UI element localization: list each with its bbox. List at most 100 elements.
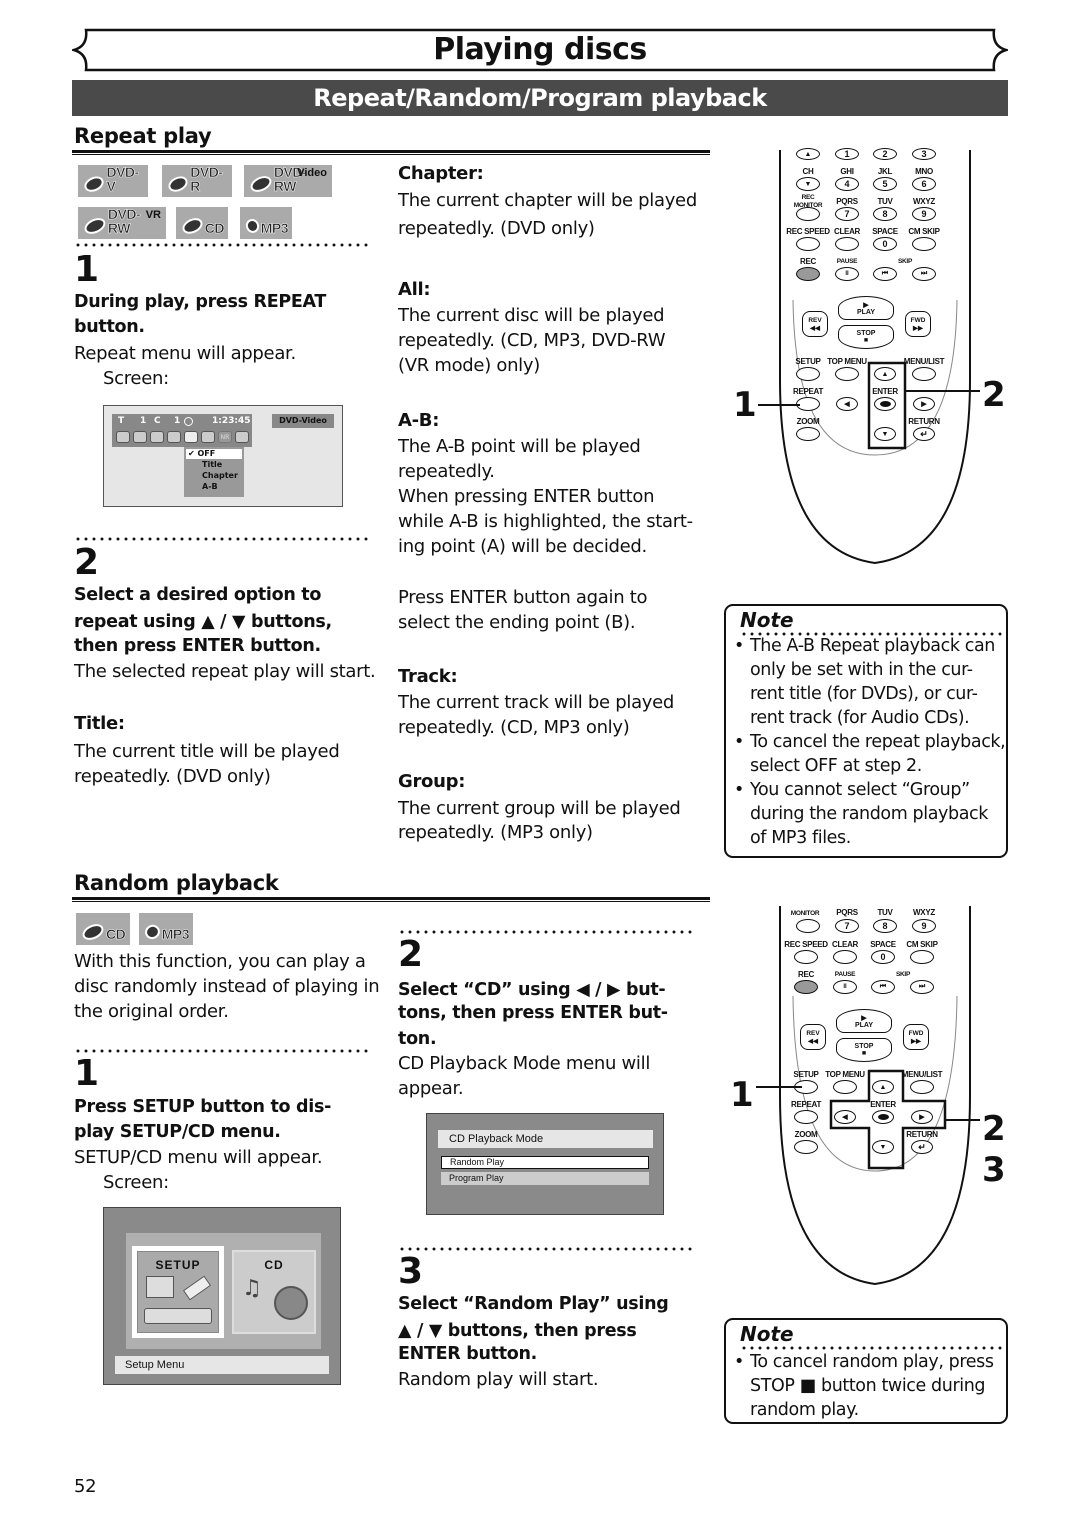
fast-forward-icon: ▶▶: [913, 324, 923, 332]
remote-rev-button[interactable]: REV ◀◀: [802, 311, 828, 337]
remote-rev-button[interactable]: REV ◀◀: [800, 1024, 826, 1050]
option-desc-line: The current disc will be played: [398, 305, 665, 326]
remote-ch-down-button[interactable]: ▼: [796, 177, 820, 191]
audio-icon[interactable]: [133, 431, 147, 443]
remote-menu-list-button[interactable]: [910, 1080, 934, 1094]
remote-right-button[interactable]: ▶: [911, 1110, 933, 1124]
remote-right-button[interactable]: ▶: [913, 397, 935, 411]
badge-dvd-rw-video: Video DVD-RW: [244, 165, 332, 197]
remote-fwd-button[interactable]: FWD ▶▶: [903, 1024, 929, 1050]
remote-left-button[interactable]: ◀: [834, 1110, 856, 1124]
zoom-icon[interactable]: [235, 431, 249, 443]
setup-tile[interactable]: SETUP: [132, 1246, 224, 1338]
cd-menu-item-program-play[interactable]: Program Play: [441, 1172, 649, 1185]
remote-up-button[interactable]: ▲: [872, 1080, 894, 1094]
remote-fwd-button[interactable]: FWD ▶▶: [905, 311, 931, 337]
remote-digit-7[interactable]: 7: [835, 207, 859, 221]
note-title: Note: [740, 608, 794, 632]
marker-icon[interactable]: [201, 431, 215, 443]
remote-digit-1[interactable]: 1: [835, 148, 859, 160]
remote-pause-button[interactable]: II: [833, 980, 857, 994]
remote-digit-7[interactable]: 7: [835, 919, 859, 933]
repeat-icon[interactable]: [184, 431, 198, 443]
remote-rec-button[interactable]: [796, 267, 820, 281]
remote-enter-button[interactable]: [872, 1110, 894, 1124]
caption-icon[interactable]: [150, 431, 164, 443]
nr-icon[interactable]: NR: [218, 431, 232, 443]
random-note-box: Note To cancel random play, pressSTOP ■ …: [724, 1318, 1008, 1424]
remote-zoom-button[interactable]: [796, 427, 820, 441]
remote-enter-button[interactable]: [874, 397, 896, 411]
repeat-menu-item-chapter[interactable]: Chapter: [186, 470, 242, 481]
remote-stop-button[interactable]: STOP ■: [838, 325, 894, 349]
remote-down-button[interactable]: ▼: [874, 427, 896, 441]
remote-zoom-button[interactable]: [794, 1140, 818, 1154]
remote-clear-button[interactable]: [833, 950, 857, 964]
remote-pause-button[interactable]: II: [835, 267, 859, 281]
disc-icon: [248, 173, 274, 195]
callout-1: 1: [730, 1075, 754, 1115]
remote-rec-button[interactable]: [794, 980, 818, 994]
remote-skip-back-button[interactable]: ⏮: [873, 267, 897, 281]
remote-digit-0[interactable]: 0: [873, 237, 897, 251]
play-icon: ▶: [861, 1014, 867, 1022]
random-intro-line: disc randomly instead of playing in: [74, 976, 380, 997]
remote-rec-monitor-button[interactable]: [796, 207, 820, 221]
remote-rec-speed-button[interactable]: [796, 237, 820, 251]
remote-label: MNO: [915, 167, 933, 176]
step-instruction: During play, press REPEAT button.: [74, 292, 327, 337]
remote-label: CM SKIP: [906, 940, 938, 949]
remote-repeat-button[interactable]: [794, 1110, 818, 1124]
remote-digit-9[interactable]: 9: [912, 919, 936, 933]
angle-icon[interactable]: [167, 431, 181, 443]
remote-cm-skip-button[interactable]: [910, 950, 934, 964]
remote-digit-6[interactable]: 6: [912, 177, 936, 191]
remote-top-menu-button[interactable]: [833, 1080, 857, 1094]
note-item: To cancel random play, pressSTOP ■ butto…: [728, 1350, 1008, 1422]
option-desc-line: The A-B point will be played: [398, 436, 641, 457]
repeat-osd-screen: T 1 C 1 1:23:45 NR DVD-Video ✔ OFF Title…: [103, 405, 343, 507]
remote-cm-skip-button[interactable]: [912, 237, 936, 251]
remote-label: REPEAT: [792, 387, 824, 396]
remote-skip-forward-button[interactable]: ⏭: [912, 267, 936, 281]
remote-setup-button[interactable]: [796, 367, 820, 381]
badge-mp3: MP3: [139, 913, 193, 945]
remote-return-button[interactable]: ↵: [913, 427, 935, 441]
remote-clear-button[interactable]: [835, 237, 859, 251]
subtitle-icon[interactable]: [116, 431, 130, 443]
remote-play-button[interactable]: ▶ PLAY: [836, 1009, 892, 1033]
remote-skip-forward-button[interactable]: ⏭: [910, 980, 934, 994]
remote-ch-up-button[interactable]: ▲: [796, 148, 820, 160]
remote-up-button[interactable]: ▲: [874, 367, 896, 381]
remote-digit-9[interactable]: 9: [912, 207, 936, 221]
repeat-menu-item-off[interactable]: ✔ OFF: [186, 449, 242, 459]
remote-digit-0[interactable]: 0: [871, 950, 895, 964]
sliders-icon: [146, 1276, 174, 1298]
remote-top-menu-button[interactable]: [835, 367, 859, 381]
remote-return-button[interactable]: ↵: [911, 1140, 933, 1154]
remote-digit-5[interactable]: 5: [873, 177, 897, 191]
remote-rec-monitor-button[interactable]: [796, 919, 820, 933]
chapter-title-banner: Playing discs: [72, 28, 1008, 72]
remote-menu-list-button[interactable]: [912, 367, 936, 381]
remote-stop-button[interactable]: STOP ■: [836, 1038, 892, 1062]
cd-menu-title: CD Playback Mode: [438, 1130, 653, 1148]
remote-digit-8[interactable]: 8: [873, 919, 897, 933]
remote-rec-speed-button[interactable]: [794, 950, 818, 964]
remote-left-button[interactable]: ◀: [836, 397, 858, 411]
remote-down-button[interactable]: ▼: [872, 1140, 894, 1154]
cd-tile[interactable]: CD ♫: [232, 1250, 316, 1334]
remote-digit-2[interactable]: 2: [873, 148, 897, 160]
remote-digit-3[interactable]: 3: [912, 148, 936, 160]
cd-menu-item-random-play[interactable]: Random Play: [441, 1156, 649, 1169]
repeat-menu-item-title[interactable]: Title: [186, 459, 242, 470]
remote-digit-8[interactable]: 8: [873, 207, 897, 221]
disc-icon: [180, 215, 205, 237]
remote-digit-4[interactable]: 4: [835, 177, 859, 191]
disc-type-label: DVD-Video: [272, 414, 334, 428]
repeat-menu-item-ab[interactable]: A-B: [186, 481, 242, 492]
remote-play-button[interactable]: ▶ PLAY: [838, 296, 894, 320]
step-instruction-line: repeat using ▲ / ▼ buttons,: [74, 612, 332, 632]
step-result: The selected repeat play will start.: [74, 661, 376, 682]
remote-skip-back-button[interactable]: ⏮: [871, 980, 895, 994]
